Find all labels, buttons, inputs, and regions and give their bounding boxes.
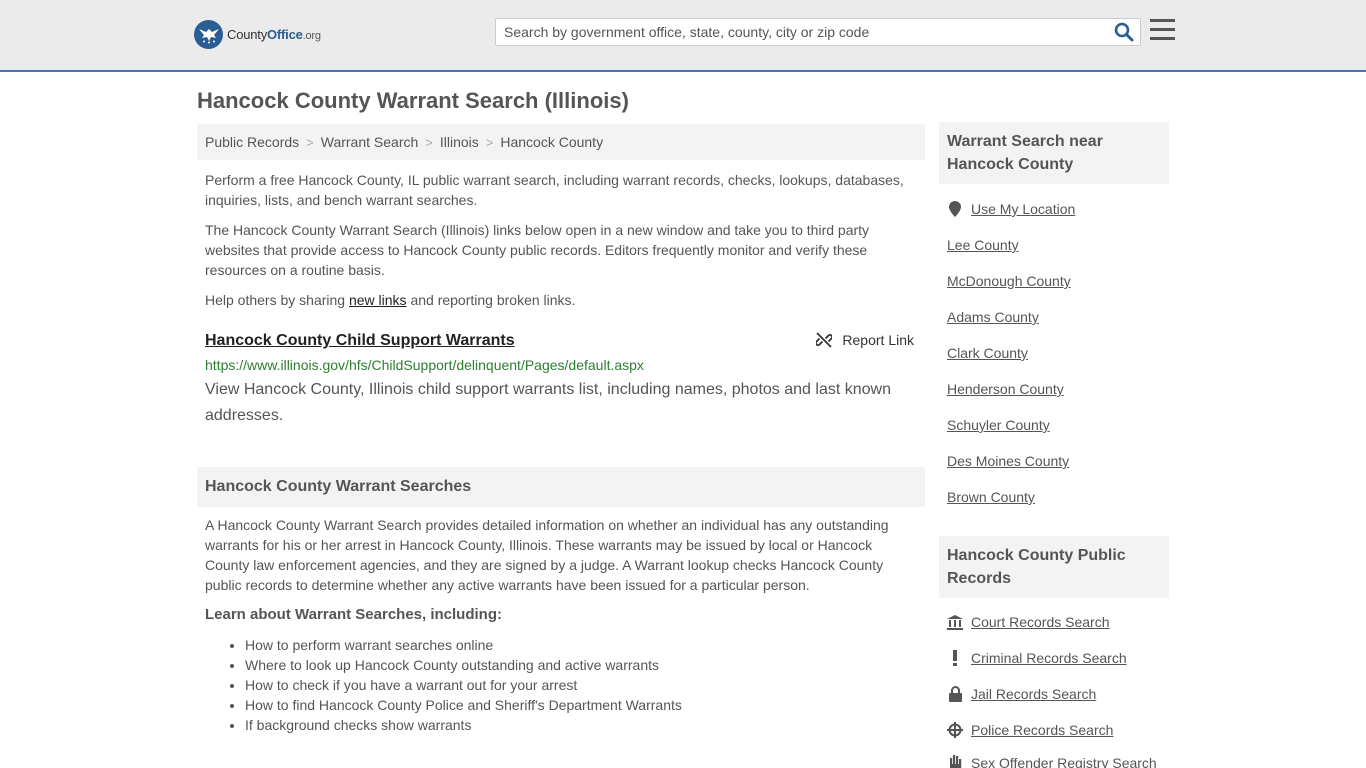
sidebar-item-criminal-records[interactable]: Criminal Records Search bbox=[947, 650, 1127, 666]
exclamation-icon bbox=[947, 650, 963, 666]
search-input[interactable] bbox=[496, 19, 1106, 45]
list-item: Where to look up Hancock County outstand… bbox=[245, 655, 682, 675]
learn-heading: Learn about Warrant Searches, including: bbox=[205, 606, 502, 623]
link-card-description: View Hancock County, Illinois child supp… bbox=[205, 381, 891, 424]
list-item: How to find Hancock County Police and Sh… bbox=[245, 695, 682, 715]
site-header: CountyOffice.org bbox=[0, 0, 1366, 72]
sidebar-item-sex-offender-registry[interactable]: Sex Offender Registry Search bbox=[947, 755, 1157, 768]
sidebar-records-heading: Hancock County Public Records bbox=[939, 536, 1169, 598]
link-card: Hancock County Child Support Warrants Re… bbox=[205, 330, 917, 429]
eagle-icon bbox=[194, 20, 223, 49]
intro-paragraph-1: Perform a free Hancock County, IL public… bbox=[205, 172, 904, 208]
hamburger-menu-icon[interactable] bbox=[1150, 19, 1175, 41]
breadcrumb-public-records[interactable]: Public Records bbox=[205, 134, 299, 150]
broken-link-icon bbox=[816, 332, 833, 348]
list-item: If background checks show warrants bbox=[245, 715, 682, 735]
list-item: How to perform warrant searches online bbox=[245, 635, 682, 655]
breadcrumb-separator: > bbox=[306, 134, 314, 150]
sidebar-item-police-records[interactable]: Police Records Search bbox=[947, 722, 1113, 738]
intro-paragraph-2: The Hancock County Warrant Search (Illin… bbox=[205, 222, 870, 278]
search-box bbox=[495, 18, 1141, 46]
link-card-url: https://www.illinois.gov/hfs/ChildSuppor… bbox=[205, 357, 644, 373]
search-icon[interactable] bbox=[1114, 22, 1134, 42]
lock-icon bbox=[947, 686, 963, 702]
crosshair-icon bbox=[947, 722, 963, 738]
use-my-location-link[interactable]: Use My Location bbox=[947, 201, 1075, 217]
breadcrumb-hancock-county[interactable]: Hancock County bbox=[500, 134, 603, 150]
list-item: How to check if you have a warrant out f… bbox=[245, 675, 682, 695]
courthouse-icon bbox=[947, 614, 963, 630]
intro-paragraph-3: Help others by sharing new links and rep… bbox=[205, 292, 576, 308]
learn-list: How to perform warrant searches online W… bbox=[245, 635, 682, 735]
sidebar-item-brown-county[interactable]: Brown County bbox=[947, 489, 1035, 505]
sidebar-item-jail-records[interactable]: Jail Records Search bbox=[947, 686, 1096, 702]
breadcrumb-separator: > bbox=[485, 134, 494, 150]
link-card-title[interactable]: Hancock County Child Support Warrants bbox=[205, 332, 515, 349]
breadcrumb: Public Records > Warrant Search > Illino… bbox=[197, 124, 925, 160]
breadcrumb-warrant-search[interactable]: Warrant Search bbox=[321, 134, 419, 150]
sidebar-item-mcdonough-county[interactable]: McDonough County bbox=[947, 273, 1071, 289]
sidebar-item-schuyler-county[interactable]: Schuyler County bbox=[947, 417, 1050, 433]
section-body: A Hancock County Warrant Search provides… bbox=[205, 517, 889, 593]
new-links-link[interactable]: new links bbox=[349, 292, 407, 308]
report-link-button[interactable]: Report Link bbox=[816, 332, 914, 348]
sidebar-nearby-heading: Warrant Search near Hancock County bbox=[939, 122, 1169, 184]
sidebar-item-clark-county[interactable]: Clark County bbox=[947, 345, 1028, 361]
hand-icon bbox=[947, 755, 963, 768]
sidebar-item-des-moines-county[interactable]: Des Moines County bbox=[947, 453, 1069, 469]
sidebar-item-lee-county[interactable]: Lee County bbox=[947, 237, 1019, 253]
logo-text: CountyOffice.org bbox=[227, 27, 321, 42]
section-heading: Hancock County Warrant Searches bbox=[197, 467, 925, 507]
page-title: Hancock County Warrant Search (Illinois) bbox=[197, 88, 629, 113]
breadcrumb-separator: > bbox=[425, 134, 433, 150]
site-logo[interactable]: CountyOffice.org bbox=[194, 20, 321, 49]
map-pin-icon bbox=[947, 201, 963, 217]
sidebar-item-henderson-county[interactable]: Henderson County bbox=[947, 381, 1064, 397]
sidebar-item-court-records[interactable]: Court Records Search bbox=[947, 614, 1110, 630]
sidebar-item-adams-county[interactable]: Adams County bbox=[947, 309, 1039, 325]
breadcrumb-illinois[interactable]: Illinois bbox=[440, 134, 479, 150]
